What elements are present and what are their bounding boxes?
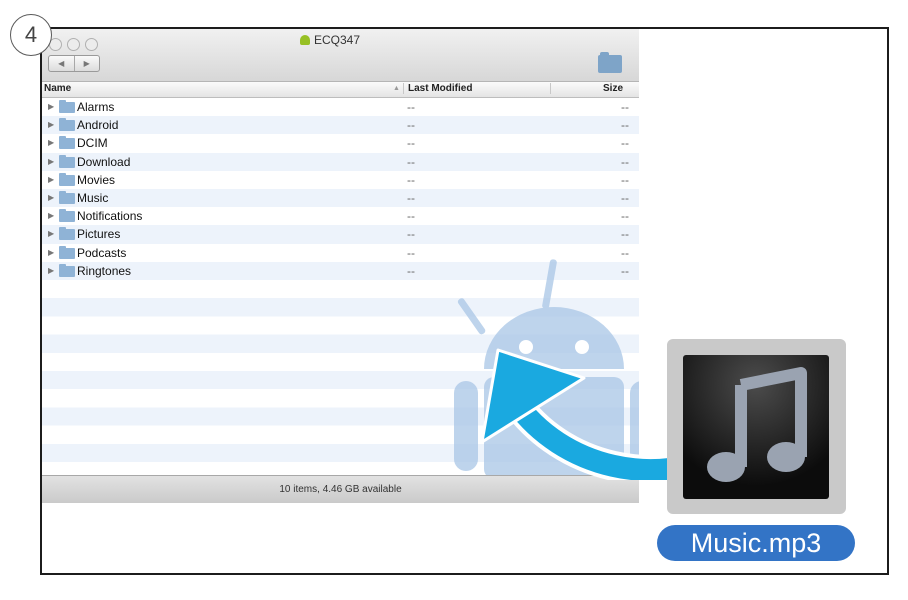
file-modified: -- bbox=[407, 263, 415, 278]
column-header-last-modified[interactable]: Last Modified bbox=[408, 83, 472, 94]
disclosure-triangle-icon[interactable]: ▶ bbox=[48, 120, 54, 129]
forward-button[interactable]: ▶ bbox=[73, 56, 100, 71]
file-name: Ringtones bbox=[77, 263, 132, 278]
window-title: ECQ347 bbox=[300, 33, 360, 47]
file-name: DCIM bbox=[77, 136, 108, 151]
file-size: -- bbox=[621, 100, 629, 114]
file-size: -- bbox=[621, 118, 629, 133]
file-modified: -- bbox=[407, 227, 415, 242]
disclosure-triangle-icon[interactable]: ▶ bbox=[48, 266, 54, 275]
file-size: -- bbox=[621, 209, 629, 224]
file-size: -- bbox=[621, 227, 629, 242]
column-separator bbox=[403, 83, 404, 94]
file-modified: -- bbox=[407, 136, 415, 151]
file-modified: -- bbox=[407, 245, 415, 260]
file-row-music[interactable]: ▶ Music -- -- bbox=[42, 188, 639, 208]
disclosure-triangle-icon[interactable]: ▶ bbox=[48, 175, 54, 184]
file-name: Alarms bbox=[77, 100, 115, 114]
file-modified: -- bbox=[407, 154, 415, 169]
file-modified: -- bbox=[407, 118, 415, 133]
android-device-icon bbox=[300, 35, 310, 45]
navigation-buttons: ◀ ▶ bbox=[48, 55, 100, 72]
folder-icon bbox=[59, 118, 75, 132]
device-name: ECQ347 bbox=[314, 33, 361, 47]
file-size: -- bbox=[621, 190, 629, 205]
file-name: Music bbox=[77, 190, 109, 205]
folder-icon bbox=[59, 190, 75, 204]
window-titlebar: ECQ347 ◀ ▶ bbox=[42, 29, 639, 82]
folder-icon bbox=[59, 227, 75, 241]
disclosure-triangle-icon[interactable]: ▶ bbox=[48, 102, 54, 111]
file-size: -- bbox=[621, 154, 629, 169]
zoom-window-button[interactable] bbox=[85, 38, 98, 51]
disclosure-triangle-icon[interactable]: ▶ bbox=[48, 157, 54, 166]
sort-ascending-icon: ▲ bbox=[393, 85, 400, 92]
back-button[interactable]: ◀ bbox=[49, 56, 74, 71]
column-header-size[interactable]: Size bbox=[603, 83, 623, 94]
file-row-movies[interactable]: ▶ Movies -- -- bbox=[42, 171, 639, 189]
file-row-dcim[interactable]: ▶ DCIM -- -- bbox=[42, 134, 639, 152]
new-folder-icon[interactable] bbox=[598, 52, 622, 73]
file-row-notifications[interactable]: ▶ Notifications -- -- bbox=[42, 207, 639, 225]
file-list: ▶ Alarms -- -- ▶ Android -- -- ▶ DCIM --… bbox=[42, 98, 639, 280]
column-header-name[interactable]: Name bbox=[44, 83, 71, 94]
file-name: Podcasts bbox=[77, 245, 127, 260]
folder-icon bbox=[59, 245, 75, 259]
file-name: Pictures bbox=[77, 227, 121, 242]
file-name: Movies bbox=[77, 172, 116, 187]
file-row-android[interactable]: ▶ Android -- -- bbox=[42, 116, 639, 135]
file-modified: -- bbox=[407, 209, 415, 224]
folder-icon bbox=[59, 263, 75, 277]
disclosure-triangle-icon[interactable]: ▶ bbox=[48, 229, 54, 238]
disclosure-triangle-icon[interactable]: ▶ bbox=[48, 193, 54, 202]
disclosure-triangle-icon[interactable]: ▶ bbox=[48, 211, 54, 220]
music-file-label[interactable]: Music.mp3 bbox=[657, 525, 855, 561]
file-modified: -- bbox=[407, 190, 415, 205]
music-note-icon[interactable] bbox=[683, 355, 829, 499]
file-size: -- bbox=[621, 136, 629, 151]
folder-icon bbox=[59, 154, 75, 168]
file-size: -- bbox=[621, 172, 629, 187]
column-separator bbox=[550, 83, 551, 94]
music-file-icon-frame[interactable] bbox=[667, 339, 846, 514]
folder-icon bbox=[59, 136, 75, 150]
folder-icon bbox=[59, 100, 75, 113]
file-row-pictures[interactable]: ▶ Pictures -- -- bbox=[42, 225, 639, 244]
file-row-download[interactable]: ▶ Download -- -- bbox=[42, 152, 639, 171]
file-name: Notifications bbox=[77, 209, 143, 224]
step-number-badge: 4 bbox=[10, 14, 52, 56]
disclosure-triangle-icon[interactable]: ▶ bbox=[48, 248, 54, 257]
disclosure-triangle-icon[interactable]: ▶ bbox=[48, 138, 54, 147]
file-modified: -- bbox=[407, 172, 415, 187]
file-size: -- bbox=[621, 245, 629, 260]
minimize-window-button[interactable] bbox=[67, 38, 80, 51]
file-modified: -- bbox=[407, 100, 415, 114]
folder-icon bbox=[59, 172, 75, 186]
file-name: Download bbox=[77, 154, 131, 169]
folder-icon bbox=[59, 209, 75, 223]
file-name: Android bbox=[77, 118, 119, 133]
file-row-alarms[interactable]: ▶ Alarms -- -- bbox=[42, 98, 639, 116]
column-header-row: Name ▲ Last Modified Size bbox=[42, 82, 639, 98]
